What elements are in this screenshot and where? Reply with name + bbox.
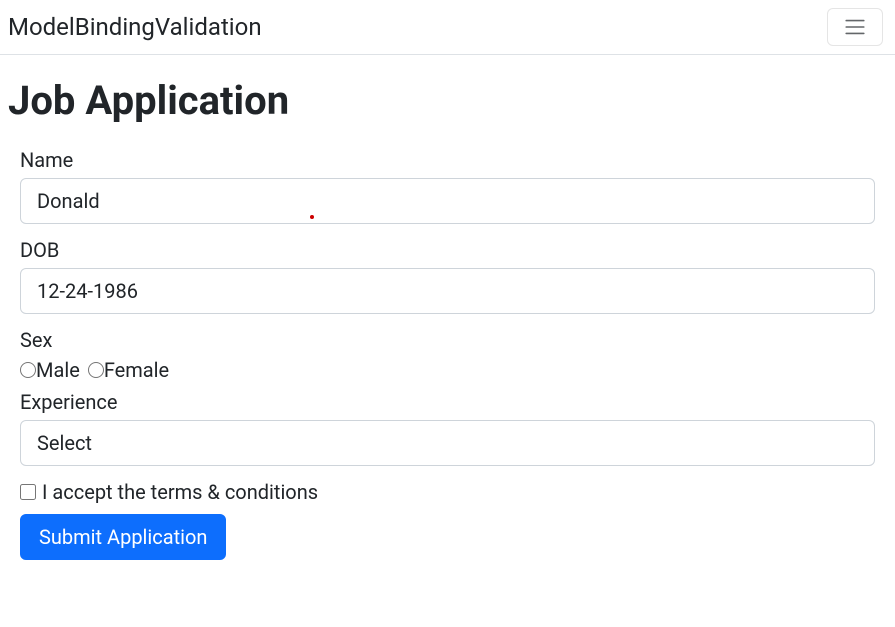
- navbar: ModelBindingValidation: [0, 0, 895, 55]
- hamburger-icon: [840, 15, 870, 39]
- female-radio[interactable]: [88, 362, 104, 378]
- radio-item-male: Male: [20, 358, 80, 382]
- form-group-dob: DOB: [8, 238, 875, 322]
- male-radio[interactable]: [20, 362, 36, 378]
- form-group-sex: Sex Male Female: [8, 328, 875, 382]
- radio-item-female: Female: [88, 358, 169, 382]
- form-group-experience: Experience Select: [8, 390, 875, 474]
- page-title: Job Application: [8, 77, 875, 124]
- name-input[interactable]: [20, 178, 875, 224]
- male-radio-label[interactable]: Male: [36, 358, 80, 382]
- main-container: Job Application Name DOB Sex Male Female…: [0, 55, 895, 586]
- form-group-terms: I accept the terms & conditions Submit A…: [8, 480, 875, 560]
- experience-select[interactable]: Select: [20, 420, 875, 466]
- terms-checkbox[interactable]: [20, 484, 36, 500]
- dob-label: DOB: [20, 238, 875, 262]
- form-group-name: Name: [8, 148, 875, 232]
- navbar-brand[interactable]: ModelBindingValidation: [8, 13, 262, 41]
- name-label: Name: [20, 148, 875, 172]
- terms-checkbox-group: I accept the terms & conditions: [20, 480, 875, 504]
- sex-radio-group: Male Female: [20, 358, 875, 382]
- terms-label[interactable]: I accept the terms & conditions: [42, 480, 318, 504]
- dob-input[interactable]: [20, 268, 875, 314]
- experience-label: Experience: [20, 390, 875, 414]
- submit-button[interactable]: Submit Application: [20, 514, 226, 560]
- navbar-toggler-button[interactable]: [827, 8, 883, 46]
- female-radio-label[interactable]: Female: [104, 358, 169, 382]
- sex-label: Sex: [20, 328, 875, 352]
